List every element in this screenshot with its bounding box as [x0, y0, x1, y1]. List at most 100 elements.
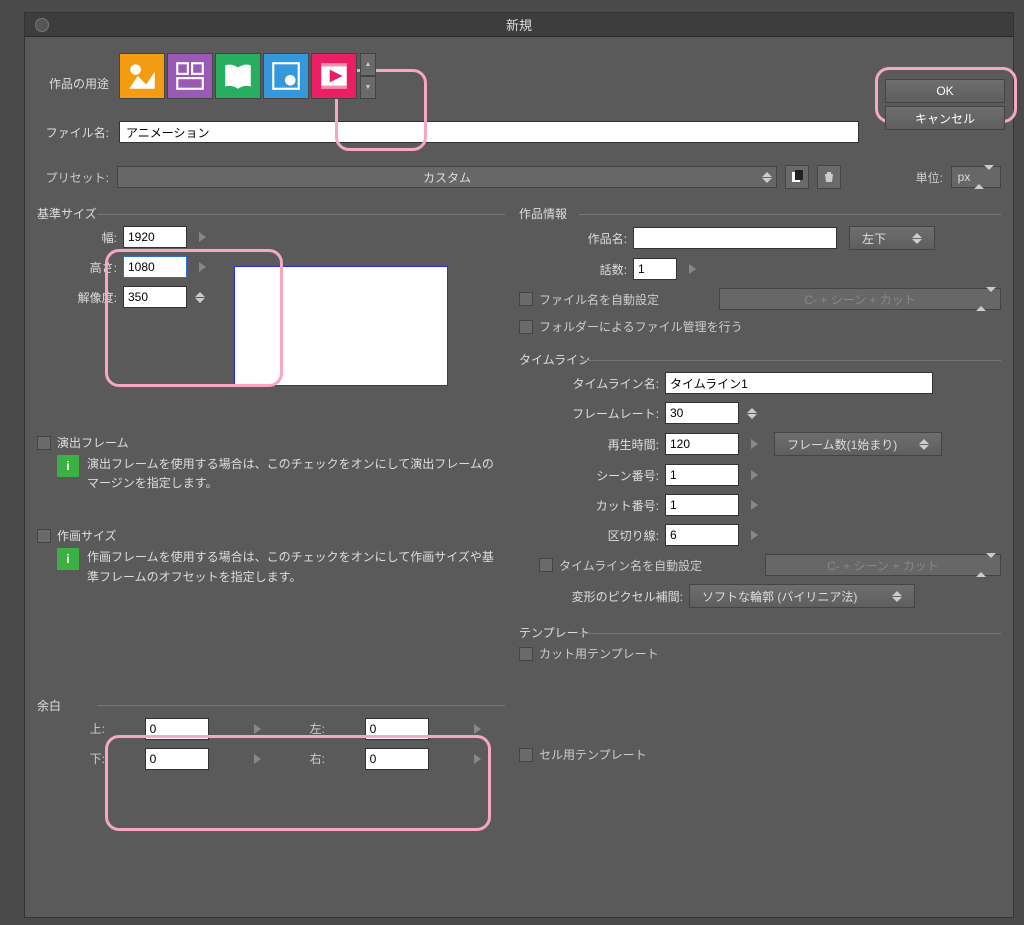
direction-frame-checkbox[interactable] — [37, 436, 51, 450]
margin-bottom-input[interactable] — [145, 748, 209, 770]
titlebar: 新規 — [25, 13, 1013, 37]
cut-label: カット番号: — [519, 497, 659, 514]
auto-timeline-pattern: C- + シーン + カット — [765, 554, 1001, 576]
auto-filename-pattern: C- + シーン + カット — [719, 288, 1001, 310]
scene-input[interactable] — [665, 464, 739, 486]
margin-top-arrow[interactable] — [254, 724, 261, 734]
timeline-section: タイムライン タイムライン名: フレームレート: 再生時間: フレーム数(1始まり… — [519, 351, 1001, 608]
filename-input[interactable] — [119, 121, 859, 143]
margin-right-arrow[interactable] — [474, 754, 481, 764]
episode-arrow[interactable] — [689, 264, 696, 274]
episode-label: 話数: — [519, 261, 627, 278]
width-input[interactable] — [123, 226, 187, 248]
template-title: テンプレート — [519, 624, 1001, 641]
separator-input[interactable] — [665, 524, 739, 546]
draw-size-info: 作画フレームを使用する場合は、このチェックをオンにして作画サイズや基準フレームの… — [87, 548, 505, 586]
playtime-arrow[interactable] — [751, 439, 758, 449]
width-arrow-icon[interactable] — [199, 232, 206, 242]
draw-size-checkbox[interactable] — [37, 529, 51, 543]
new-dialog: 新規 OK キャンセル 作品の用途 ▲▼ ファイル名: プリセット: カスタム … — [24, 12, 1014, 918]
direction-frame-title: 演出フレーム — [57, 434, 129, 451]
pixel-interp-dropdown[interactable]: ソフトな輪郭 (バイリニア法) — [689, 584, 915, 608]
auto-filename-label: ファイル名を自動設定 — [539, 291, 713, 308]
purpose-scroll[interactable]: ▲▼ — [360, 53, 376, 99]
work-info-section: 作品情報 作品名: 左下 話数: ファイル名を自動設定 C- + シーン + カット… — [519, 205, 1001, 335]
resolution-label: 解像度: — [69, 289, 117, 306]
fps-input[interactable] — [665, 402, 739, 424]
work-info-title: 作品情報 — [519, 205, 1001, 222]
scene-label: シーン番号: — [519, 467, 659, 484]
height-label: 高さ: — [69, 259, 117, 276]
margin-left-arrow[interactable] — [474, 724, 481, 734]
fps-stepper[interactable] — [747, 408, 757, 419]
separator-label: 区切り線: — [519, 527, 659, 544]
cut-arrow[interactable] — [751, 500, 758, 510]
margin-left-input[interactable] — [365, 718, 429, 740]
cut-template-label: カット用テンプレート — [539, 645, 659, 662]
resolution-stepper[interactable] — [195, 292, 205, 303]
separator-arrow[interactable] — [751, 530, 758, 540]
margin-top-label: 上: — [81, 720, 105, 737]
fps-label: フレームレート: — [519, 405, 659, 422]
purpose-animation-icon[interactable] — [311, 53, 357, 99]
info-icon: i — [57, 455, 79, 477]
preset-delete-icon[interactable] — [817, 165, 841, 189]
margin-title: 余白 — [37, 697, 505, 714]
template-section: テンプレート カット用テンプレート セル用テンプレート — [519, 624, 1001, 763]
margin-right-input[interactable] — [365, 748, 429, 770]
timeline-name-label: タイムライン名: — [519, 375, 659, 392]
auto-timeline-name-label: タイムライン名を自動設定 — [559, 557, 759, 574]
folder-mgmt-checkbox[interactable] — [519, 320, 533, 334]
base-size-title: 基準サイズ — [37, 205, 505, 222]
playtime-label: 再生時間: — [519, 436, 659, 453]
frame-count-dropdown[interactable]: フレーム数(1始まり) — [774, 432, 942, 456]
margin-top-input[interactable] — [145, 718, 209, 740]
margin-section: 余白 上: 左: 下: 右: — [37, 697, 505, 770]
close-button[interactable] — [35, 18, 49, 32]
margin-left-label: 左: — [301, 720, 325, 737]
direction-frame-info: 演出フレームを使用する場合は、このチェックをオンにして演出フレームのマージンを指… — [87, 455, 505, 493]
episode-input[interactable] — [633, 258, 677, 280]
direction-frame-section: 演出フレーム i 演出フレームを使用する場合は、このチェックをオンにして演出フレー… — [37, 434, 505, 493]
margin-bottom-arrow[interactable] — [254, 754, 261, 764]
purpose-illustration-icon[interactable] — [119, 53, 165, 99]
work-name-input[interactable] — [633, 227, 837, 249]
preset-label: プリセット: — [37, 169, 109, 186]
unit-dropdown[interactable]: px — [951, 166, 1001, 188]
margin-right-label: 右: — [301, 750, 325, 767]
purpose-label: 作品の用途 — [37, 53, 109, 92]
ok-button[interactable]: OK — [885, 79, 1005, 103]
purpose-comic-icon[interactable] — [167, 53, 213, 99]
work-name-label: 作品名: — [519, 230, 627, 247]
auto-timeline-name-checkbox[interactable] — [539, 558, 553, 572]
height-arrow-icon[interactable] — [199, 262, 206, 272]
base-size-section: 基準サイズ 幅: 高さ: 解像度: — [37, 205, 505, 386]
draw-size-title: 作画サイズ — [57, 527, 117, 544]
auto-filename-checkbox[interactable] — [519, 292, 533, 306]
width-label: 幅: — [69, 229, 117, 246]
canvas-preview — [234, 266, 448, 386]
height-input[interactable] — [123, 256, 187, 278]
cell-template-checkbox[interactable] — [519, 748, 533, 762]
preset-copy-icon[interactable] — [785, 165, 809, 189]
cut-template-checkbox[interactable] — [519, 647, 533, 661]
filename-label: ファイル名: — [37, 124, 109, 141]
timeline-title: タイムライン — [519, 351, 1001, 368]
position-dropdown[interactable]: 左下 — [849, 226, 935, 250]
preset-dropdown[interactable]: カスタム — [117, 166, 777, 188]
cut-input[interactable] — [665, 494, 739, 516]
info-icon: i — [57, 548, 79, 570]
unit-label: 単位: — [916, 169, 943, 186]
margin-bottom-label: 下: — [81, 750, 105, 767]
scene-arrow[interactable] — [751, 470, 758, 480]
playtime-input[interactable] — [665, 433, 739, 455]
cancel-button[interactable]: キャンセル — [885, 106, 1005, 130]
folder-mgmt-label: フォルダーによるファイル管理を行う — [539, 318, 743, 335]
pixel-interp-label: 変形のピクセル補間: — [519, 588, 683, 605]
timeline-name-input[interactable] — [665, 372, 933, 394]
resolution-input[interactable] — [123, 286, 187, 308]
purpose-settings-icon[interactable] — [263, 53, 309, 99]
purpose-book-icon[interactable] — [215, 53, 261, 99]
draw-size-section: 作画サイズ i 作画フレームを使用する場合は、このチェックをオンにして作画サイズや… — [37, 527, 505, 586]
dialog-title: 新規 — [506, 15, 532, 34]
